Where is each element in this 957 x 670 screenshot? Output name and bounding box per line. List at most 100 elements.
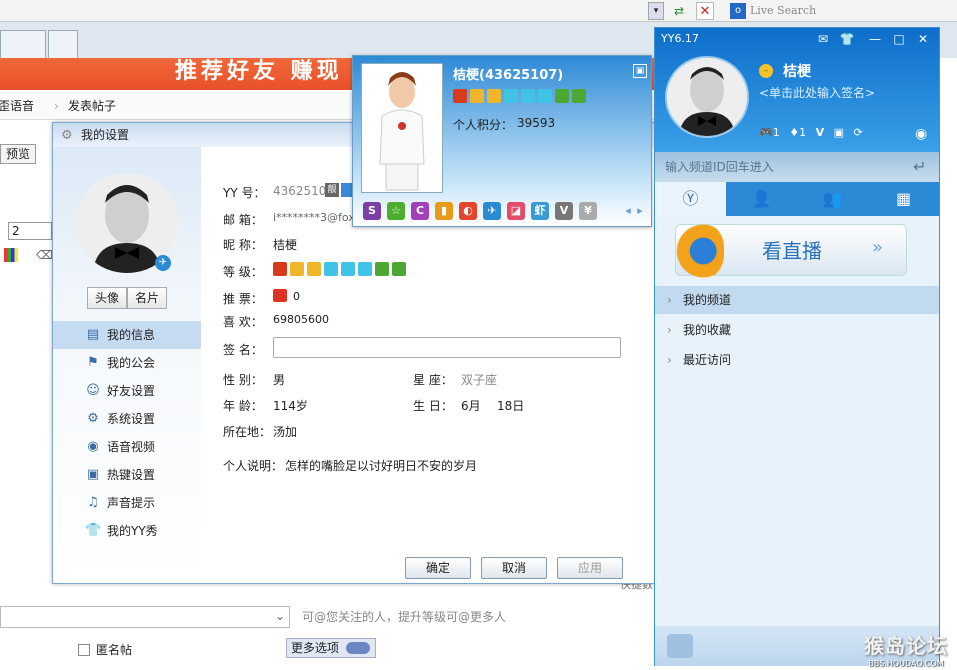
tab-apps-icon[interactable]: ▦ [868,182,939,216]
app-bookmark-icon[interactable]: ◪ [507,202,525,220]
zodiac-label: 星 座： [413,373,453,387]
avatar[interactable] [665,56,749,138]
diamond-icon[interactable]: ♦ [789,126,799,139]
likes-value: 69805600 [273,313,329,326]
ok-button[interactable]: 确定 [405,557,471,579]
intro-label: 个人说明： [223,459,284,473]
birthday-label: 生 日： [413,399,453,413]
breadcrumb-forum[interactable]: 歪歪语音 [0,92,34,120]
avatar-portrait [667,58,747,136]
shirt-icon[interactable]: 👕 [839,31,855,47]
weibo-icon[interactable]: ◐ [459,202,477,220]
signature-input[interactable] [273,337,621,358]
eraser-icon[interactable]: ⌫ [36,248,53,262]
menu-my-info[interactable]: ▤ 我的信息 [53,321,201,349]
cancel-button[interactable]: 取消 [481,557,547,579]
birth-month-value: 6月 [461,399,481,413]
address-dropdown-icon[interactable]: ▾ [648,2,664,20]
app-yen-icon[interactable]: ¥ [579,202,597,220]
gamepad-icon[interactable]: 🎮 [759,126,773,139]
font-size-select[interactable]: 2 [8,222,52,240]
nick-value: 桔梗 [273,238,298,252]
stop-icon[interactable]: ✕ [696,2,714,20]
tab-yy-home-icon[interactable]: Ⓨ [655,182,726,216]
menu-friend-settings[interactable]: ☺ 好友设置 [53,377,201,405]
yy-item-label: 我的收藏 [683,323,732,337]
location-value: 汤加 [273,425,298,439]
color-picker-icon[interactable] [4,248,18,262]
menu-yy-show[interactable]: 👕 我的YY秀 [53,517,201,545]
vip-v-icon[interactable]: V [816,126,825,139]
sign-label: 签 名： [223,343,263,357]
diamond-icon [504,88,518,103]
status-icon[interactable]: – [759,64,773,78]
menu-sound-alerts[interactable]: ♫ 声音提示 [53,489,201,517]
menu-voice-video[interactable]: ◉ 语音视频 [53,433,201,461]
browser-tab[interactable] [0,30,46,58]
app-v-icon[interactable]: V [555,202,573,220]
app-icon[interactable]: ▣ [834,126,844,139]
puzzle-icon[interactable] [667,634,693,658]
birth-day-value: 18日 [497,399,525,413]
next-arrow-icon[interactable]: ▸ [631,202,649,220]
maximize-icon[interactable]: □ [891,31,907,47]
diamond-icon [538,88,552,103]
crown-icon [470,88,484,103]
yy-badges: 🎮1 ♦1 V ▣ ⟳ [759,126,863,139]
anonymous-checkbox[interactable] [78,644,90,656]
card-button[interactable]: 名片 [127,287,167,309]
app-c-icon[interactable]: C [411,202,429,220]
zodiac-value: 双子座 [461,373,498,387]
chevron-right-icon: › [667,353,672,367]
channel-id-input[interactable]: 输入频道ID回车进入 [655,152,939,182]
new-tab-button[interactable] [48,30,78,58]
menu-system-settings[interactable]: ⚙ 系统设置 [53,405,201,433]
shirt-icon: 👕 [85,523,102,538]
refresh-icon[interactable]: ⇄ [670,2,688,20]
eye-icon[interactable]: ◉ [915,126,927,142]
search-input[interactable]: Live Search [750,3,950,19]
points-value: 39593 [517,116,556,130]
diamond-icon [324,261,338,276]
minimize-icon[interactable]: — [867,31,883,47]
menu-hotkeys[interactable]: ▣ 热键设置 [53,461,201,489]
avatar-button[interactable]: 头像 [87,287,127,309]
mention-input[interactable]: ⌄ [0,606,290,628]
yy-item-my-channel[interactable]: › 我的频道 [655,286,939,314]
more-options-toggle[interactable] [346,642,370,654]
flag-icon: ⚑ [87,355,99,370]
yy-item-favorites[interactable]: › 我的收藏 [655,316,939,344]
browser-toolbar: ▾ ⇄ ✕ o Live Search [0,0,957,22]
watch-live-button[interactable]: 看直播 » [672,221,907,281]
double-arrow-icon: » [872,237,884,258]
close-icon[interactable]: ✕ [915,31,931,47]
profile-card: 桔梗(43625107) ▣ 个人积分： 39593 S ☆ C ▮ ◐ ✈ ◪… [352,55,652,227]
yy-bird-icon[interactable]: ✈ [483,202,501,220]
expand-icon[interactable]: ▣ [633,64,647,78]
menu-label: 热键设置 [107,468,156,482]
tab-group-icon[interactable]: 👥 [797,182,868,216]
app-star-icon[interactable]: ☆ [387,202,405,220]
id-card-icon: ▤ [86,327,100,342]
app-shrimp-icon[interactable]: 虾 [531,202,549,220]
diamond-icon [341,261,355,276]
apply-button[interactable]: 应用 [557,557,623,579]
menu-label: 我的信息 [107,328,156,342]
yy-item-recent[interactable]: › 最近访问 [655,346,939,374]
signature-prompt[interactable]: <单击此处输入签名> [759,84,875,101]
points-label: 个人积分： [453,118,514,132]
double-chevron-down-icon[interactable]: ⌄ [275,609,285,623]
breadcrumb-post[interactable]: 发表帖子 [68,92,116,120]
menu-my-guild[interactable]: ⚑ 我的公会 [53,349,201,377]
enter-icon[interactable]: ↵ [913,152,926,182]
mail-icon[interactable]: ✉ [815,31,831,47]
app-s-icon[interactable]: S [363,202,381,220]
app-book-icon[interactable]: ▮ [435,202,453,220]
yy-bird-icon: ✈ [155,255,171,271]
preview-button[interactable]: 预览 [0,144,36,164]
friend-icon: ☺ [86,383,100,398]
likes-label: 喜 欢： [223,315,263,329]
anonymous-label: 匿名帖 [96,643,133,657]
g-icon[interactable]: ⟳ [854,126,863,139]
tab-contact-icon[interactable]: 👤 [726,182,797,216]
